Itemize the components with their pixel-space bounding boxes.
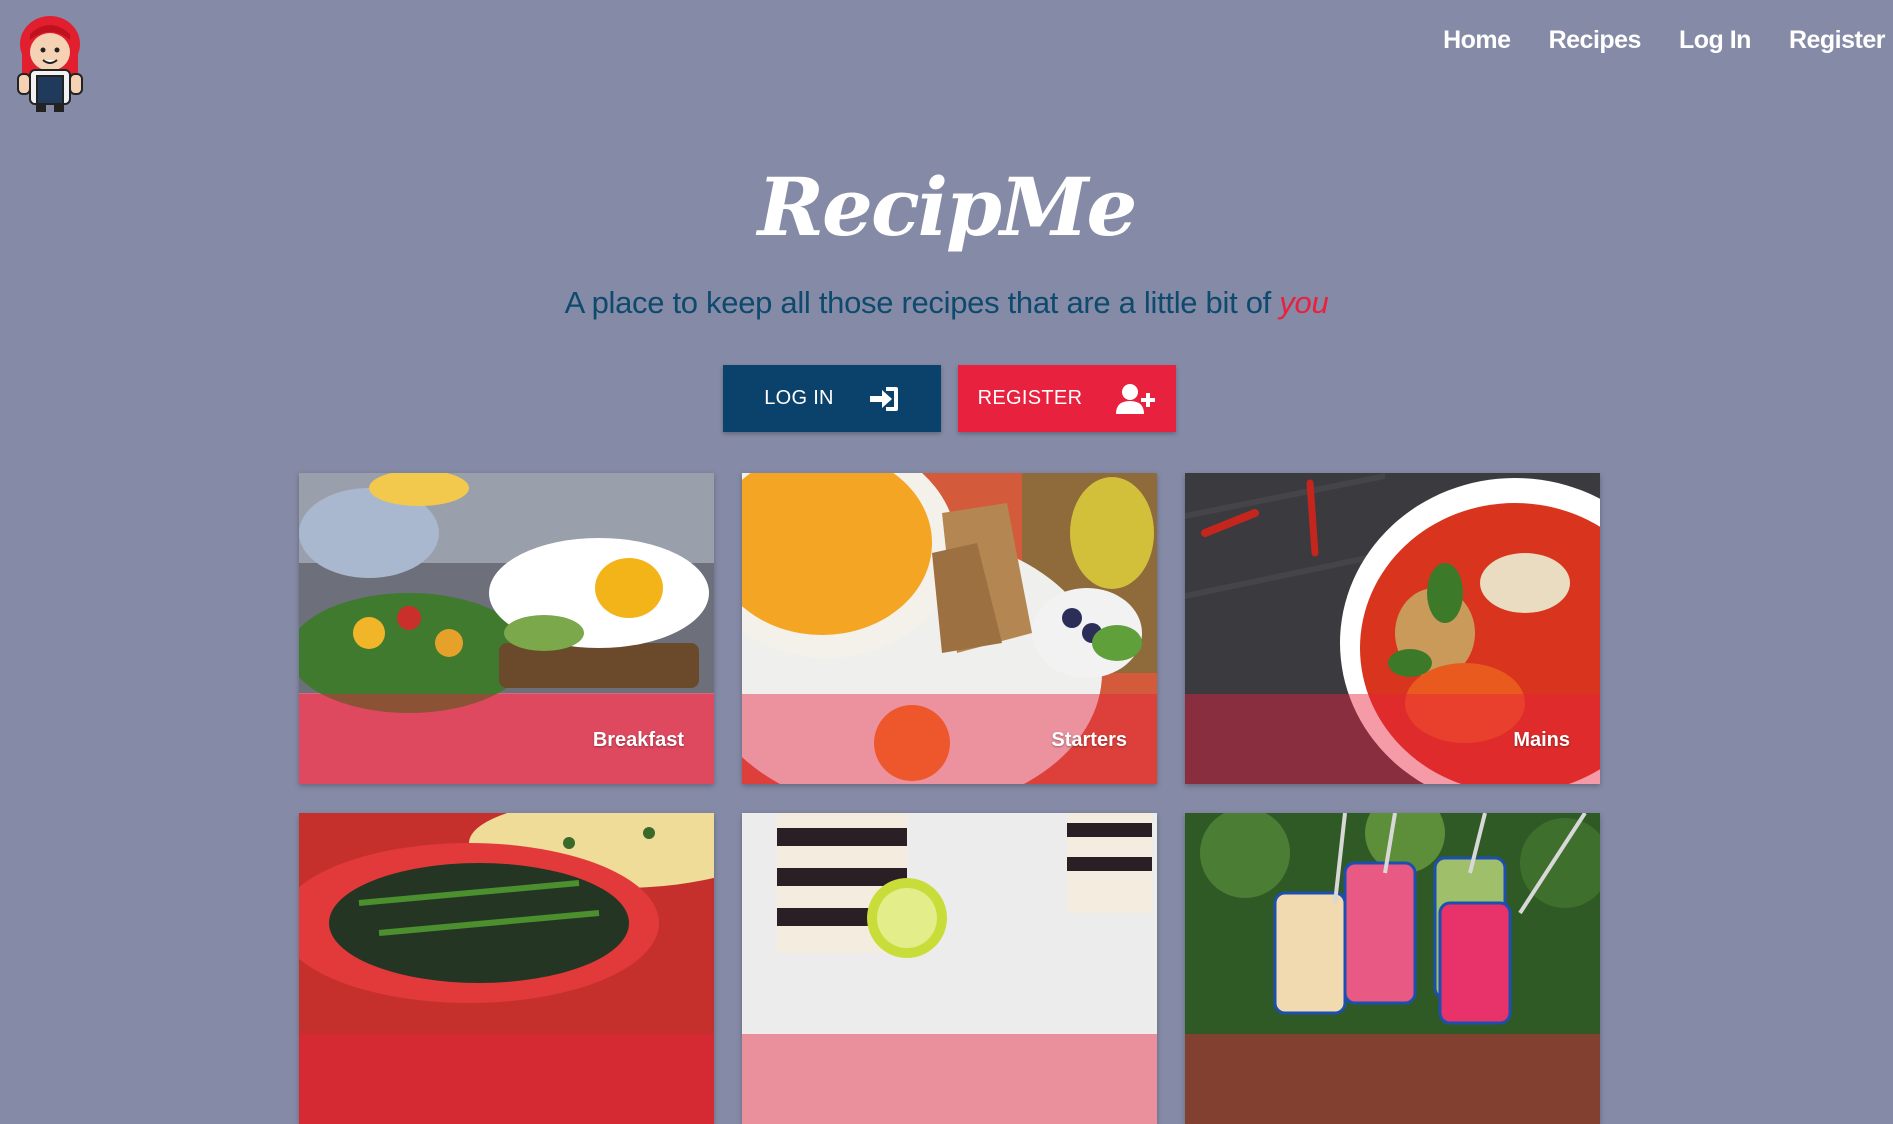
category-card-6[interactable] <box>1185 813 1600 1124</box>
tagline-accent: you <box>1279 285 1329 320</box>
login-button-label: LOG IN <box>764 387 834 409</box>
category-card-5[interactable] <box>742 813 1157 1124</box>
nav-register-link[interactable]: Register <box>1789 26 1886 55</box>
register-button-label: REGISTER <box>977 387 1083 409</box>
card-label: Breakfast <box>592 729 684 751</box>
chef-girl-mascot-icon <box>17 16 83 112</box>
card-overlay <box>742 1034 1157 1124</box>
logo[interactable] <box>10 10 90 114</box>
nav-recipes-link[interactable]: Recipes <box>1549 26 1642 55</box>
sign-in-icon <box>869 386 898 411</box>
category-card-starters[interactable]: Starters <box>742 473 1157 784</box>
register-button[interactable]: REGISTER <box>958 365 1176 432</box>
user-plus-icon <box>1116 383 1156 414</box>
tagline: A place to keep all those recipes that a… <box>0 285 1893 321</box>
nav-login-link[interactable]: Log In <box>1679 26 1751 55</box>
category-card-mains[interactable]: Mains <box>1185 473 1600 784</box>
card-overlay <box>299 1034 714 1124</box>
card-overlay <box>1185 1034 1600 1124</box>
category-card-breakfast[interactable]: Breakfast <box>299 473 714 784</box>
main-nav: Home Recipes Log In Register <box>1443 26 1885 55</box>
card-label: Starters <box>1051 729 1127 751</box>
category-card-4[interactable] <box>299 813 714 1124</box>
login-button[interactable]: LOG IN <box>723 365 941 432</box>
site-title: RecipMe <box>757 160 1138 254</box>
tagline-text: A place to keep all those recipes that a… <box>564 285 1272 320</box>
nav-home-link[interactable]: Home <box>1443 26 1511 55</box>
card-label: Mains <box>1513 729 1570 751</box>
